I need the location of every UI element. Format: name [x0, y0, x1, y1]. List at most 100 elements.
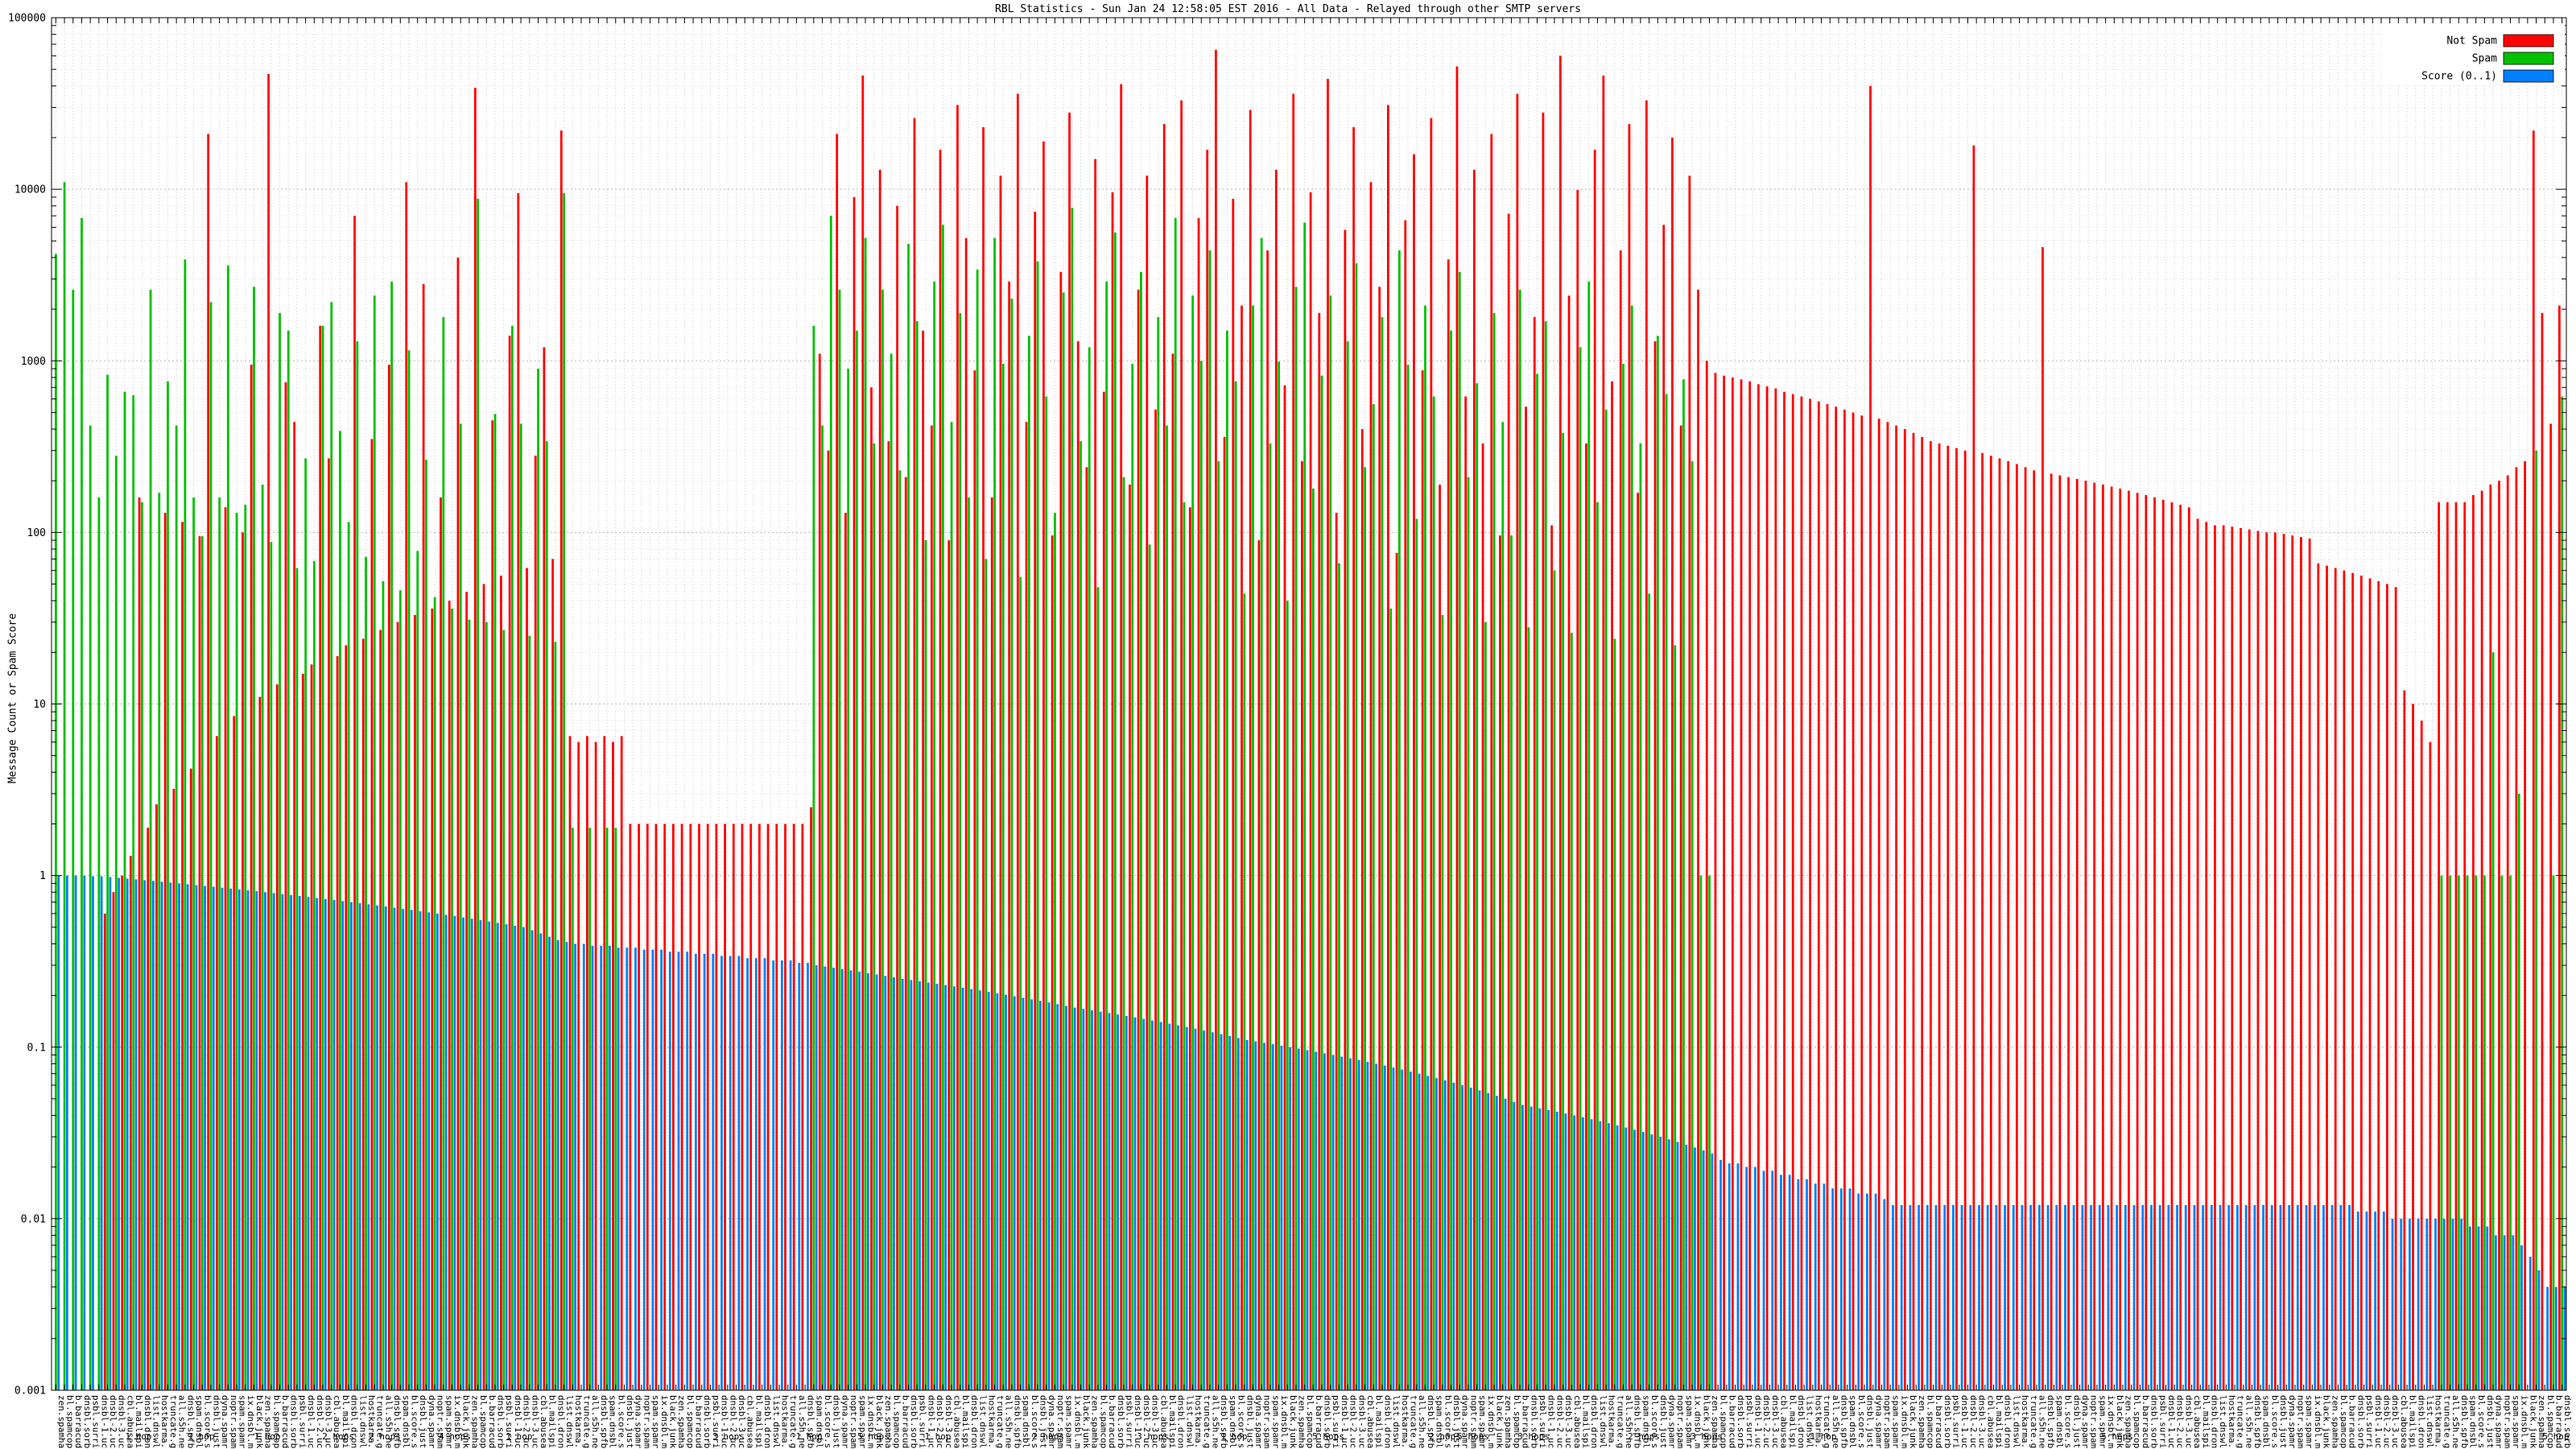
svg-text:5 hops: 5 hops: [2101, 1431, 2133, 1442]
bar: [1188, 507, 1191, 1390]
bar: [629, 824, 632, 1390]
svg-text:5 hops: 5 hops: [857, 1431, 890, 1442]
bar: [2351, 572, 2355, 1390]
bar: [1082, 1009, 1085, 1390]
bar: [1102, 391, 1105, 1391]
bar: [571, 828, 574, 1390]
bar: [456, 257, 460, 1391]
bar: [1581, 1117, 1584, 1390]
bar: [237, 889, 241, 1390]
bar: [2339, 1205, 2343, 1390]
bar: [2554, 1286, 2557, 1390]
bar: [1148, 544, 1151, 1391]
bar: [1656, 336, 1659, 1390]
bar: [522, 927, 525, 1390]
bar: [2561, 396, 2564, 1390]
bar: [1576, 190, 1579, 1390]
bar: [1364, 467, 1366, 1390]
bar: [2075, 478, 2079, 1391]
bar: [195, 885, 198, 1390]
bar: [410, 910, 413, 1390]
bar: [1162, 124, 1166, 1391]
bar: [1450, 330, 1452, 1391]
bar: [588, 828, 592, 1390]
bar: [2119, 488, 2122, 1390]
bar: [284, 382, 287, 1390]
bar: [1555, 1112, 1558, 1390]
bar: [1001, 364, 1005, 1390]
bar: [528, 635, 531, 1390]
bar: [508, 336, 511, 1390]
bar: [2368, 578, 2372, 1390]
svg-text:0.001: 0.001: [14, 1385, 46, 1397]
bar: [339, 431, 341, 1390]
bar: [1105, 281, 1108, 1391]
bar: [1228, 1036, 1232, 1390]
bar: [488, 921, 491, 1390]
bar: [63, 182, 66, 1390]
bar: [968, 497, 970, 1390]
bar: [1628, 124, 1631, 1391]
bar: [151, 881, 155, 1390]
bar: [2503, 1235, 2506, 1390]
bar: [698, 824, 700, 1390]
bar: [1510, 535, 1513, 1390]
bar: [1211, 1032, 1214, 1390]
bar: [749, 824, 753, 1390]
bar: [866, 972, 869, 1390]
bar: [72, 289, 75, 1390]
bar: [1174, 217, 1177, 1390]
bar: [1194, 1028, 1197, 1390]
bar: [290, 894, 292, 1390]
bar: [2486, 1226, 2489, 1390]
bar: [2330, 1205, 2334, 1390]
bar: [1439, 484, 1441, 1390]
bar: [393, 907, 396, 1390]
bar: [933, 281, 936, 1391]
bar: [1797, 1179, 1800, 1390]
bar: [2244, 1205, 2248, 1390]
bar: [2326, 565, 2328, 1391]
bar: [2161, 499, 2165, 1390]
bar: [2219, 1205, 2222, 1390]
bar: [1679, 425, 1682, 1390]
bar: [1280, 1045, 1283, 1390]
bar: [1886, 422, 1889, 1390]
bar: [1266, 250, 1269, 1390]
bar: [2158, 1205, 2161, 1390]
bar: [754, 958, 758, 1390]
bar: [2015, 464, 2018, 1390]
bar: [668, 952, 671, 1390]
bar: [815, 965, 818, 1390]
bar: [370, 439, 374, 1391]
bar: [526, 568, 528, 1390]
bar: [2425, 1218, 2429, 1391]
bar: [2033, 470, 2036, 1390]
bar: [267, 73, 270, 1390]
bar: [1452, 1083, 1455, 1390]
bar: [1671, 137, 1674, 1391]
bar: [431, 608, 434, 1390]
bar: [935, 984, 939, 1390]
svg-text:1 hop: 1 hop: [188, 1431, 214, 1442]
bar: [1375, 1063, 1377, 1390]
bar: [1593, 150, 1596, 1390]
bar: [2506, 475, 2509, 1390]
bar: [2236, 1205, 2239, 1390]
bar: [1320, 375, 1323, 1390]
bar: [1432, 396, 1435, 1390]
bar: [603, 736, 606, 1390]
bar: [1694, 1147, 1696, 1390]
svg-text:1 hop: 1 hop: [125, 1431, 151, 1442]
bar: [2202, 1205, 2205, 1390]
bar: [563, 192, 566, 1390]
bar: [198, 536, 201, 1390]
bar: [1056, 1004, 1059, 1390]
bar: [1010, 299, 1013, 1390]
bar: [341, 901, 345, 1390]
bar: [1604, 409, 1608, 1390]
bar: [2477, 1226, 2480, 1390]
bar: [1903, 429, 1906, 1390]
bar: [1481, 443, 1484, 1390]
bar: [2050, 473, 2053, 1390]
